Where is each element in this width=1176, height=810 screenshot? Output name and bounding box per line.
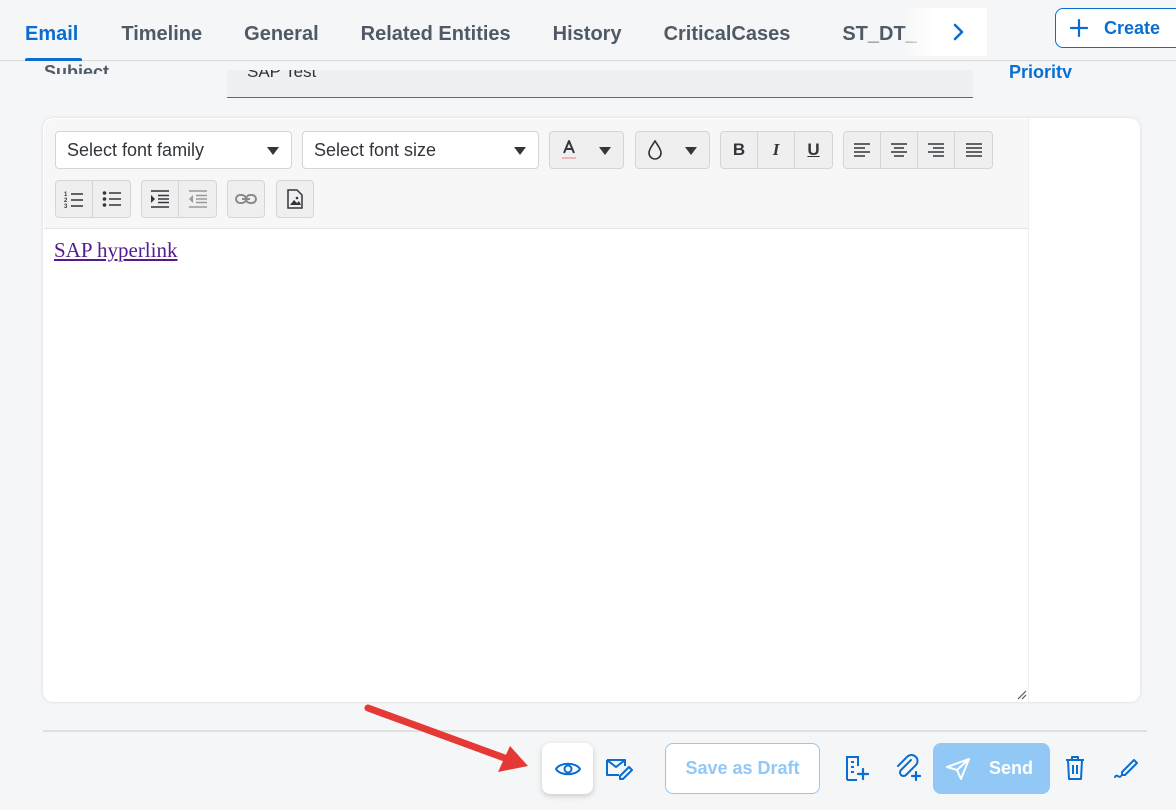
background-color-button[interactable] [635, 131, 710, 169]
underline-button[interactable]: U [795, 132, 832, 168]
tab-related-entities[interactable]: Related Entities [361, 0, 511, 61]
indent-button[interactable] [142, 181, 179, 217]
tab-history[interactable]: History [553, 0, 622, 61]
tab-timeline[interactable]: Timeline [121, 0, 202, 61]
resize-handle-icon[interactable] [1017, 690, 1027, 700]
footer-divider [43, 730, 1147, 732]
priority-select[interactable]: Priority [1009, 58, 1072, 78]
ordered-list-icon: 123 [64, 192, 83, 208]
ordered-list-button[interactable]: 123 [56, 181, 93, 217]
link-icon [235, 194, 257, 204]
building-add-icon [846, 756, 869, 781]
font-size-select[interactable]: Select font size [302, 131, 539, 169]
font-color-button[interactable] [549, 131, 624, 169]
link-group [227, 180, 265, 218]
tabs: Email Timeline General Related Entities … [0, 0, 917, 61]
drop-icon [648, 140, 662, 160]
priority-label: Priority [1009, 62, 1073, 78]
paperclip-add-icon [897, 754, 922, 782]
editor-content[interactable]: SAP hyperlink [54, 238, 177, 263]
italic-button[interactable]: I [758, 132, 795, 168]
font-size-placeholder: Select font size [314, 140, 437, 160]
bullet-list-button[interactable] [93, 181, 130, 217]
font-color-icon [562, 140, 576, 159]
add-account-button[interactable] [840, 752, 872, 784]
chevron-right-icon [953, 23, 964, 41]
caret-down-icon [267, 147, 279, 155]
alignment-group [843, 131, 993, 169]
send-button-label: Send [989, 758, 1034, 778]
align-right-icon [928, 143, 944, 157]
align-center-button[interactable] [881, 132, 918, 168]
attach-file-button[interactable] [892, 752, 924, 784]
align-right-button[interactable] [918, 132, 955, 168]
rich-text-editor: Select font family Select font size B I … [43, 118, 1140, 702]
save-as-draft-button[interactable]: Save as Draft [665, 743, 820, 794]
editor-toolbar: Select font family Select font size B I … [44, 119, 1028, 229]
delete-button[interactable] [1059, 752, 1091, 784]
tab-criticalcases[interactable]: CriticalCases [664, 0, 791, 61]
svg-text:3: 3 [64, 204, 68, 208]
bullet-list-icon [102, 191, 121, 207]
align-center-icon [891, 143, 907, 157]
list-group: 123 [55, 180, 131, 218]
font-family-select[interactable]: Select font family [55, 131, 292, 169]
image-group [276, 180, 314, 218]
outdent-icon [188, 190, 207, 208]
align-justify-icon [965, 143, 982, 157]
paper-plane-icon [946, 757, 970, 780]
send-button[interactable]: Send [933, 743, 1050, 794]
tab-overflow-fade [900, 8, 934, 56]
bold-button[interactable]: B [721, 132, 758, 168]
subject-label: Subject [44, 62, 110, 74]
caret-down-icon [685, 147, 697, 155]
align-justify-button[interactable] [955, 132, 992, 168]
signature-button[interactable] [1111, 752, 1143, 784]
tab-email[interactable]: Email [21, 0, 83, 61]
insert-link-button[interactable] [228, 181, 264, 217]
tab-general[interactable]: General [244, 0, 318, 61]
insert-image-button[interactable] [277, 181, 313, 217]
mail-edit-icon [606, 759, 633, 780]
align-left-icon [854, 143, 870, 157]
create-button[interactable]: Create [1055, 8, 1176, 48]
caret-down-icon [599, 147, 611, 155]
font-family-placeholder: Select font family [67, 140, 205, 160]
trash-icon [1066, 756, 1084, 780]
outdent-button[interactable] [179, 181, 216, 217]
edit-template-button[interactable] [603, 752, 635, 784]
align-left-button[interactable] [844, 132, 881, 168]
subject-input[interactable]: SAP Test [227, 70, 973, 98]
tab-overflow-button[interactable] [934, 8, 987, 56]
create-button-label: Create [1104, 17, 1161, 38]
editor-divider [1028, 118, 1029, 702]
image-icon [287, 189, 303, 209]
annotation-arrow-icon [364, 704, 528, 772]
indent-icon [151, 190, 169, 208]
eye-icon [554, 762, 581, 775]
content-hyperlink[interactable]: SAP hyperlink [54, 238, 177, 262]
tab-bar: Email Timeline General Related Entities … [0, 0, 1176, 61]
caret-down-icon [514, 147, 526, 155]
preview-button[interactable] [542, 743, 593, 794]
plus-icon [1070, 19, 1088, 37]
signature-pen-icon [1114, 759, 1138, 778]
text-style-group: B I U [720, 131, 833, 169]
indent-group [141, 180, 217, 218]
